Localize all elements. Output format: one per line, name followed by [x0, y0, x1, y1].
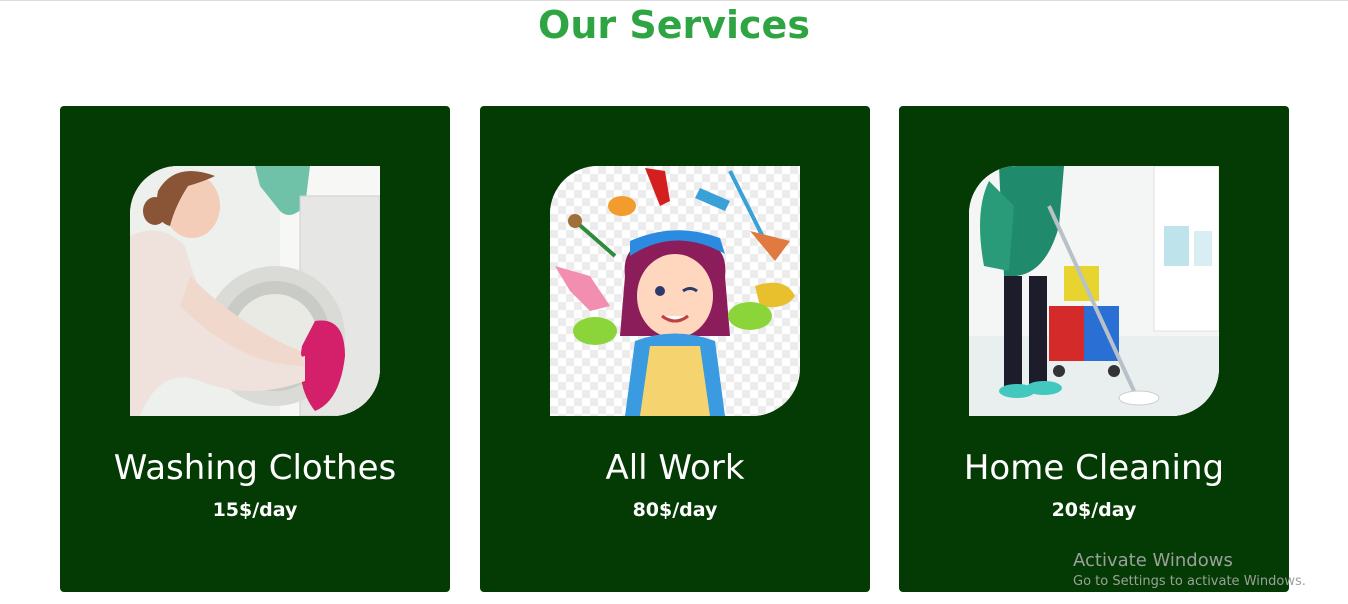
laundry-woman-image [130, 166, 380, 416]
page-title: Our Services [538, 3, 810, 47]
watermark-subtitle: Go to Settings to activate Windows. [1073, 574, 1306, 589]
service-title: All Work [605, 448, 745, 488]
service-title: Home Cleaning [963, 448, 1225, 488]
mopping-floor-image [969, 166, 1219, 416]
service-card-washing-clothes[interactable]: Washing Clothes 15$/day [60, 106, 450, 592]
service-card-home-cleaning[interactable]: Home Cleaning 20$/day [899, 106, 1289, 592]
activate-windows-watermark: Activate Windows Go to Settings to activ… [1073, 549, 1306, 591]
service-card-all-work[interactable]: All Work 80$/day [480, 106, 870, 592]
cleaning-lady-cartoon-image [550, 166, 800, 416]
service-price: 15$/day [212, 499, 298, 521]
service-price: 80$/day [632, 499, 718, 521]
top-divider [0, 0, 1348, 1]
service-title: Washing Clothes [113, 448, 397, 488]
service-price: 20$/day [1051, 499, 1137, 521]
watermark-title: Activate Windows [1073, 550, 1233, 571]
